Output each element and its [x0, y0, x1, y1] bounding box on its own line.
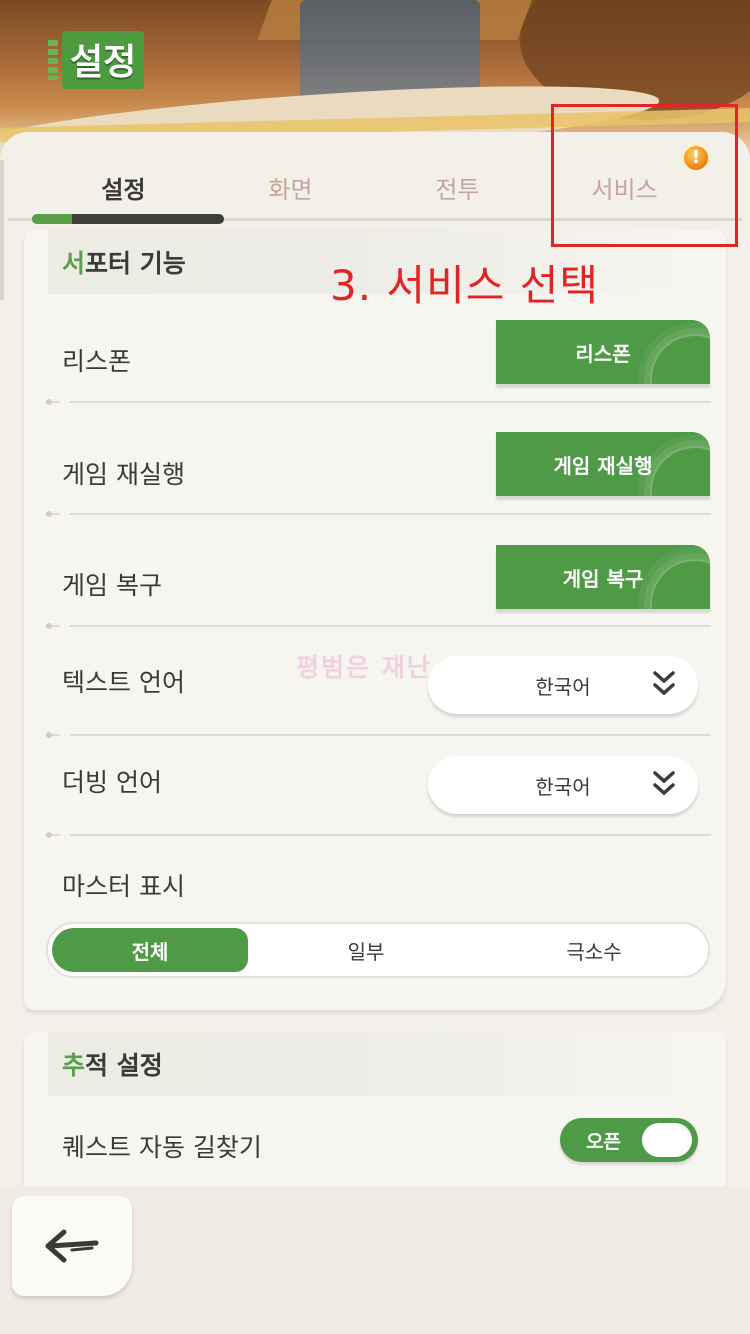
text-language-select[interactable]: 한국어 — [428, 656, 698, 714]
dubbing-language-label: 더빙 언어 — [62, 768, 162, 797]
recover-game-button-label: 게임 복구 — [562, 566, 644, 591]
watermark-text: 평범은 재난 — [296, 653, 432, 682]
button-swirl — [650, 446, 710, 496]
tab-screen[interactable]: 화면 — [207, 160, 374, 220]
active-tab-indicator — [32, 214, 224, 224]
master-display-option-all[interactable]: 전체 — [52, 928, 248, 972]
respawn-button-label: 리스폰 — [575, 341, 631, 366]
respawn-button[interactable]: 리스폰 — [496, 320, 710, 384]
panel-edge — [0, 160, 4, 300]
row-divider — [46, 399, 711, 405]
support-title-text: 포터 기능 — [85, 249, 186, 278]
tracking-title-text: 적 설정 — [85, 1051, 163, 1080]
button-swirl — [650, 334, 710, 384]
row-divider — [46, 623, 711, 629]
text-language-value: 한국어 — [535, 674, 591, 699]
quest-autopath-label: 퀘스트 자동 길찾기 — [62, 1133, 262, 1162]
tab-settings[interactable]: 설정 — [40, 160, 207, 220]
support-title-accent: 서 — [62, 249, 86, 278]
text-language-label: 텍스트 언어 — [62, 668, 185, 697]
double-chevron-down-icon — [653, 671, 675, 696]
master-display-selector: 전체 일부 극소수 — [46, 922, 710, 978]
page-title: 설정 — [62, 31, 145, 89]
row-divider — [46, 511, 711, 517]
master-display-option-few[interactable]: 극소수 — [480, 924, 708, 976]
restart-game-button-label: 게임 재실행 — [553, 453, 653, 478]
tab-combat[interactable]: 전투 — [374, 160, 541, 220]
master-display-option-some[interactable]: 일부 — [252, 924, 480, 976]
button-swirl — [650, 559, 710, 609]
dubbing-language-value: 한국어 — [535, 774, 591, 799]
restart-game-button[interactable]: 게임 재실행 — [496, 432, 710, 496]
toggle-knob — [642, 1123, 692, 1157]
page-title-badge: 설정 — [48, 31, 145, 89]
row-divider — [46, 732, 711, 738]
back-arrow-icon — [45, 1229, 99, 1263]
annotation-text: 3. 서비스 선택 — [330, 261, 599, 310]
restart-game-label: 게임 재실행 — [62, 460, 185, 489]
quest-autopath-toggle[interactable]: 오픈 — [560, 1118, 698, 1162]
recover-game-label: 게임 복구 — [62, 571, 162, 600]
dubbing-language-select[interactable]: 한국어 — [428, 756, 698, 814]
double-chevron-down-icon — [653, 771, 675, 796]
title-decoration — [48, 40, 58, 80]
tracking-card-title: 추 적 설정 — [48, 1032, 688, 1096]
annotation-highlight-box — [551, 104, 738, 247]
toggle-on-label: 오픈 — [586, 1131, 621, 1153]
row-divider — [46, 832, 711, 838]
back-button[interactable] — [12, 1196, 132, 1296]
master-display-label: 마스터 표시 — [62, 872, 185, 901]
respawn-label: 리스폰 — [62, 347, 132, 376]
tracking-title-accent: 추 — [62, 1051, 86, 1080]
support-card: 서 포터 기능 리스폰 리스폰 게임 재실행 게임 재실행 게임 복구 게임 복… — [24, 230, 726, 1010]
recover-game-button[interactable]: 게임 복구 — [496, 545, 710, 609]
